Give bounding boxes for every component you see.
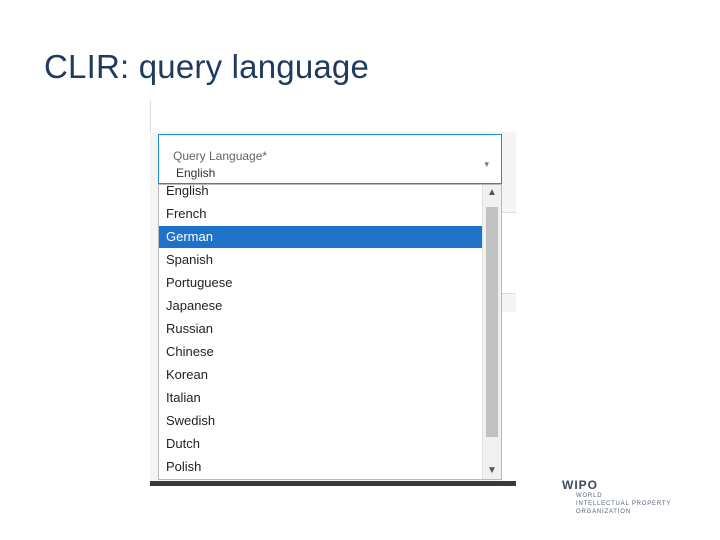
wipo-logo: WIPO WORLD INTELLECTUAL PROPERTY ORGANIZ… bbox=[562, 478, 712, 518]
language-option[interactable]: Russian bbox=[159, 318, 483, 340]
wipo-logo-line: ORGANIZATION bbox=[576, 509, 631, 515]
language-option[interactable]: Italian bbox=[159, 387, 483, 409]
language-dropdown-list[interactable]: Polish Dutch Swedish Italian Korean Chinese Ru… bbox=[158, 184, 502, 480]
wipo-logo-line: WORLD bbox=[576, 493, 603, 499]
language-option[interactable]: Portuguese bbox=[159, 272, 483, 294]
side-panel-edge bbox=[502, 212, 516, 294]
language-option[interactable]: English bbox=[159, 185, 483, 202]
wipo-logo-line: INTELLECTUAL PROPERTY bbox=[576, 501, 672, 507]
side-panel-edge bbox=[502, 312, 516, 482]
language-option[interactable]: Dutch bbox=[159, 433, 483, 455]
language-option[interactable]: Japanese bbox=[159, 295, 483, 317]
scrollbar-thumb[interactable] bbox=[486, 207, 498, 437]
language-option[interactable]: German bbox=[159, 226, 483, 248]
scroll-up-icon[interactable]: ▲ bbox=[483, 185, 501, 201]
dropdown-scrollbar[interactable]: ▲ ▼ bbox=[482, 185, 501, 479]
query-language-label: Query Language* bbox=[173, 149, 268, 163]
language-option[interactable]: Polish bbox=[159, 456, 483, 478]
language-option[interactable]: Swedish bbox=[159, 410, 483, 432]
language-option[interactable]: Chinese bbox=[159, 341, 483, 363]
screenshot-panel: Query Language* English ▾ Polish Dutch Swe… bbox=[150, 100, 516, 486]
language-option[interactable]: Spanish bbox=[159, 249, 483, 271]
language-option[interactable]: French bbox=[159, 203, 483, 225]
query-language-select[interactable]: Query Language* English ▾ bbox=[158, 134, 502, 184]
previous-field-box bbox=[150, 100, 516, 133]
wipo-logo-mark: WIPO bbox=[562, 478, 598, 492]
chevron-down-icon[interactable]: ▾ bbox=[484, 159, 489, 170]
language-option[interactable]: Korean bbox=[159, 364, 483, 386]
divider bbox=[150, 481, 516, 486]
slide-title: CLIR: query language bbox=[44, 48, 370, 85]
scroll-down-icon[interactable]: ▼ bbox=[483, 463, 501, 479]
query-language-value: English bbox=[176, 166, 216, 180]
